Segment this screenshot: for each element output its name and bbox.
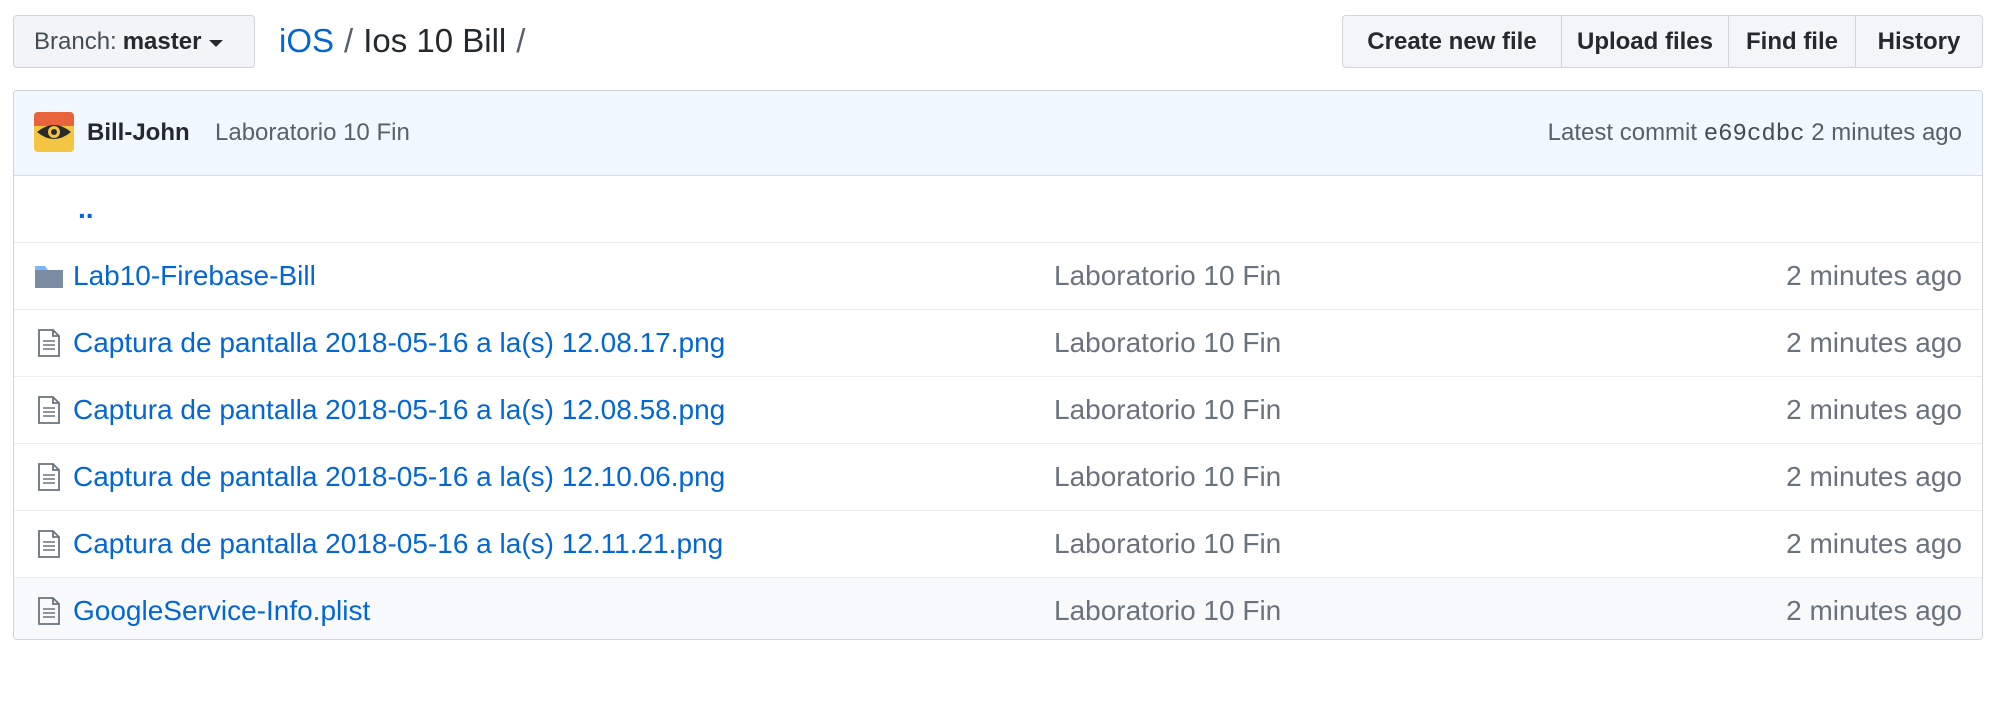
commit-author-link[interactable]: Bill-John: [87, 119, 190, 147]
file-list: Bill-John Laboratorio 10 Fin Latest comm…: [13, 90, 1983, 640]
file-name-link[interactable]: Captura de pantalla 2018-05-16 a la(s) 1…: [73, 528, 723, 560]
branch-name: master: [122, 27, 202, 55]
file-commit-message-link[interactable]: Laboratorio 10 Fin: [1054, 595, 1281, 627]
table-row: Lab10-Firebase-Bill Laboratorio 10 Fin 2…: [14, 242, 1982, 309]
file-icon: [34, 463, 64, 491]
history-button[interactable]: History: [1856, 15, 1983, 68]
file-icon: [34, 597, 64, 625]
commit-message-link[interactable]: Laboratorio 10 Fin: [215, 119, 410, 147]
parent-directory-link[interactable]: ..: [78, 193, 94, 225]
find-file-button[interactable]: Find file: [1729, 15, 1856, 68]
file-age: 2 minutes ago: [1786, 528, 1962, 559]
table-row: Captura de pantalla 2018-05-16 a la(s) 1…: [14, 376, 1982, 443]
table-row: Captura de pantalla 2018-05-16 a la(s) 1…: [14, 443, 1982, 510]
file-commit-message-link[interactable]: Laboratorio 10 Fin: [1054, 394, 1281, 426]
file-age: 2 minutes ago: [1786, 327, 1962, 358]
commit-prefix: Latest commit: [1547, 118, 1698, 146]
file-name-link[interactable]: Lab10-Firebase-Bill: [73, 260, 316, 292]
file-name-link[interactable]: Captura de pantalla 2018-05-16 a la(s) 1…: [73, 461, 725, 493]
file-navigation: Branch: master iOS / Ios 10 Bill / Create n…: [13, 13, 1983, 70]
file-age: 2 minutes ago: [1786, 595, 1962, 626]
file-name-link[interactable]: GoogleService-Info.plist: [73, 595, 370, 627]
file-name-link[interactable]: Captura de pantalla 2018-05-16 a la(s) 1…: [73, 394, 725, 426]
breadcrumb: iOS / Ios 10 Bill /: [279, 19, 535, 63]
table-row: GoogleService-Info.plist Laboratorio 10 …: [14, 577, 1982, 639]
commit-age: 2 minutes ago: [1811, 118, 1962, 146]
file-commit-message-link[interactable]: Laboratorio 10 Fin: [1054, 327, 1281, 359]
branch-label: Branch:: [34, 27, 117, 55]
file-commit-message-link[interactable]: Laboratorio 10 Fin: [1054, 528, 1281, 560]
file-icon: [34, 329, 64, 357]
breadcrumb-current: Ios 10 Bill: [363, 22, 507, 59]
latest-commit-bar: Bill-John Laboratorio 10 Fin Latest comm…: [14, 91, 1982, 176]
folder-icon: [34, 262, 64, 290]
file-age: 2 minutes ago: [1786, 260, 1962, 291]
file-commit-message-link[interactable]: Laboratorio 10 Fin: [1054, 461, 1281, 493]
upload-files-button[interactable]: Upload files: [1562, 15, 1729, 68]
breadcrumb-repo-link[interactable]: iOS: [279, 22, 334, 59]
table-row: Captura de pantalla 2018-05-16 a la(s) 1…: [14, 510, 1982, 577]
caret-down-icon: [209, 40, 224, 47]
branch-select-button[interactable]: Branch: master: [13, 15, 255, 68]
commit-sha-link[interactable]: e69cdbc: [1704, 121, 1805, 148]
avatar[interactable]: [34, 112, 74, 152]
file-age: 2 minutes ago: [1786, 461, 1962, 492]
file-age: 2 minutes ago: [1786, 394, 1962, 425]
file-actions: Create new file Upload files Find file H…: [1342, 15, 1983, 68]
parent-directory-row: ..: [14, 176, 1982, 242]
breadcrumb-separator: /: [516, 22, 526, 59]
file-name-link[interactable]: Captura de pantalla 2018-05-16 a la(s) 1…: [73, 327, 725, 359]
file-commit-message-link[interactable]: Laboratorio 10 Fin: [1054, 260, 1281, 292]
file-icon: [34, 396, 64, 424]
create-new-file-button[interactable]: Create new file: [1342, 15, 1562, 68]
commit-meta: Latest commit e69cdbc 2 minutes ago: [1548, 119, 1962, 148]
file-icon: [34, 530, 64, 558]
breadcrumb-separator: /: [344, 22, 354, 59]
table-row: Captura de pantalla 2018-05-16 a la(s) 1…: [14, 309, 1982, 376]
